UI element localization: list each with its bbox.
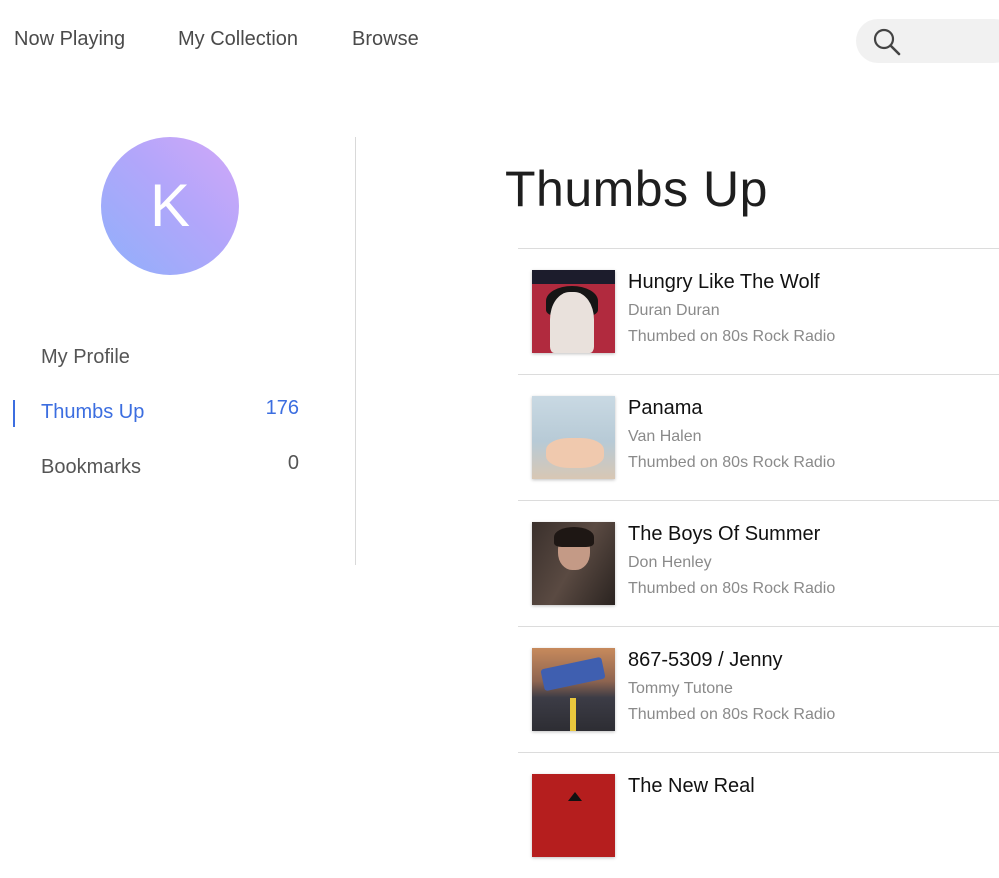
avatar[interactable]: K [101, 137, 239, 275]
sidebar-item-label: Bookmarks [41, 456, 142, 478]
track-title: Panama [628, 397, 703, 419]
nav-my-collection[interactable]: My Collection [178, 28, 298, 51]
page-title: Thumbs Up [505, 161, 768, 217]
track-title: The Boys Of Summer [628, 523, 821, 545]
track-thumbed-source: Thumbed on 80s Rock Radio [628, 454, 836, 471]
track-row[interactable]: The Boys Of Summer Don Henley Thumbed on… [518, 500, 999, 626]
track-thumbed-source: Thumbed on 80s Rock Radio [628, 328, 836, 345]
track-artist[interactable]: Duran Duran [628, 302, 720, 320]
album-art [532, 396, 615, 479]
sidebar-item-label: My Profile [41, 346, 130, 368]
nav-browse[interactable]: Browse [352, 28, 419, 51]
sidebar-item-bookmarks[interactable]: Bookmarks 0 [41, 452, 299, 486]
track-artist[interactable]: Van Halen [628, 428, 702, 446]
thumbs-up-count: 176 [265, 397, 299, 419]
sidebar-item-label: Thumbs Up [41, 401, 145, 423]
track-list: Hungry Like The Wolf Duran Duran Thumbed… [518, 248, 999, 878]
track-row[interactable]: Panama Van Halen Thumbed on 80s Rock Rad… [518, 374, 999, 500]
active-indicator [13, 400, 15, 427]
track-thumbed-source: Thumbed on 80s Rock Radio [628, 580, 836, 597]
track-artist[interactable]: Don Henley [628, 554, 712, 572]
sidebar-item-thumbs-up[interactable]: Thumbs Up 176 [41, 397, 299, 431]
track-artist[interactable]: Tommy Tutone [628, 680, 733, 698]
nav-now-playing[interactable]: Now Playing [14, 28, 125, 51]
album-art [532, 522, 615, 605]
album-art [532, 648, 615, 731]
search-icon[interactable] [872, 27, 902, 57]
track-title: 867-5309 / Jenny [628, 649, 783, 671]
track-row[interactable]: Hungry Like The Wolf Duran Duran Thumbed… [518, 248, 999, 374]
search-input[interactable] [856, 19, 999, 63]
track-title: Hungry Like The Wolf [628, 271, 820, 293]
album-art [532, 774, 615, 857]
track-row[interactable]: The New Real [518, 752, 999, 878]
track-thumbed-source: Thumbed on 80s Rock Radio [628, 706, 836, 723]
track-title: The New Real [628, 775, 755, 797]
bookmarks-count: 0 [287, 452, 299, 474]
album-art [532, 270, 615, 353]
sidebar-divider [355, 137, 356, 565]
sidebar-item-my-profile[interactable]: My Profile [41, 346, 299, 376]
track-row[interactable]: 867-5309 / Jenny Tommy Tutone Thumbed on… [518, 626, 999, 752]
